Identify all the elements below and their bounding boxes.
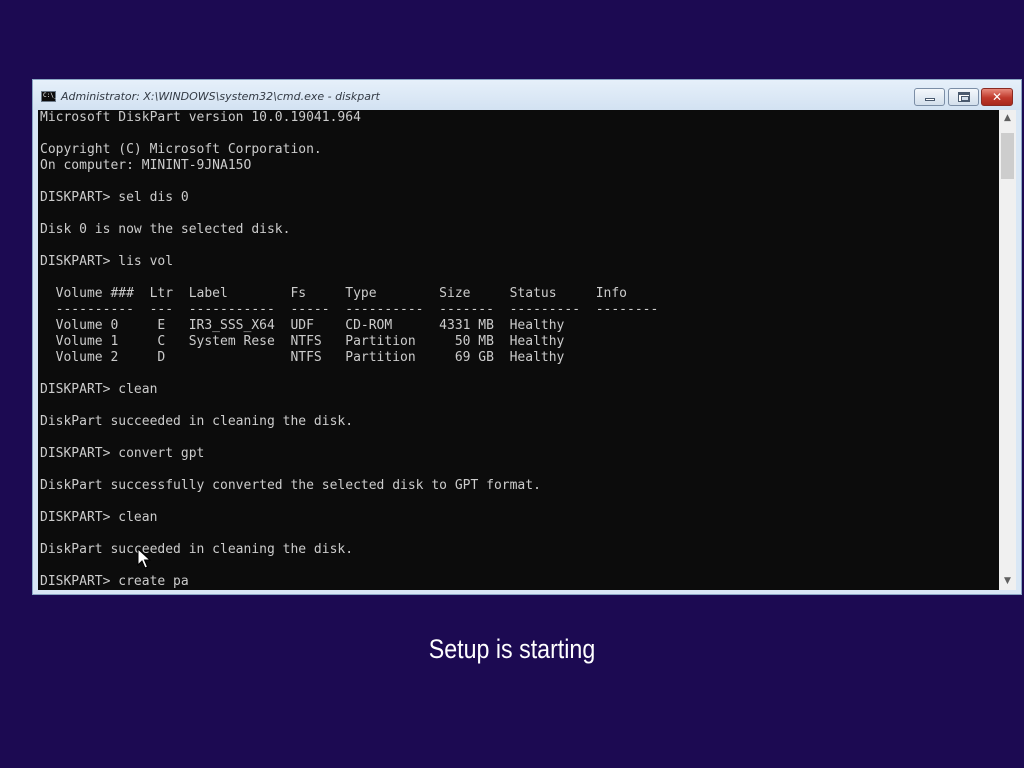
mouse-pointer-icon xyxy=(137,548,151,569)
scroll-up-arrow-icon[interactable]: ▲ xyxy=(999,110,1016,127)
close-icon: ✕ xyxy=(991,90,1003,104)
close-button[interactable]: ✕ xyxy=(981,88,1013,106)
console-text: Microsoft DiskPart version 10.0.19041.96… xyxy=(40,110,659,589)
scrollbar-thumb[interactable] xyxy=(1001,133,1014,179)
console-output[interactable]: Microsoft DiskPart version 10.0.19041.96… xyxy=(38,110,999,590)
cmd-window[interactable]: C:\_ Administrator: X:\WINDOWS\system32\… xyxy=(32,79,1022,595)
window-title: Administrator: X:\WINDOWS\system32\cmd.e… xyxy=(61,90,380,103)
cmd-icon[interactable]: C:\_ xyxy=(41,91,58,102)
scroll-down-arrow-icon[interactable]: ▼ xyxy=(999,573,1016,590)
maximize-icon xyxy=(958,92,970,102)
minimize-icon xyxy=(925,98,935,101)
setup-desktop: C:\_ Administrator: X:\WINDOWS\system32\… xyxy=(0,0,1024,768)
maximize-button[interactable] xyxy=(948,88,979,106)
cmd-icon-text: C:\_ xyxy=(43,92,58,99)
minimize-button[interactable] xyxy=(914,88,945,106)
setup-status-message: Setup is starting xyxy=(428,634,596,664)
vertical-scrollbar[interactable]: ▲ ▼ xyxy=(999,110,1016,590)
title-bar[interactable]: C:\_ Administrator: X:\WINDOWS\system32\… xyxy=(33,80,1021,110)
